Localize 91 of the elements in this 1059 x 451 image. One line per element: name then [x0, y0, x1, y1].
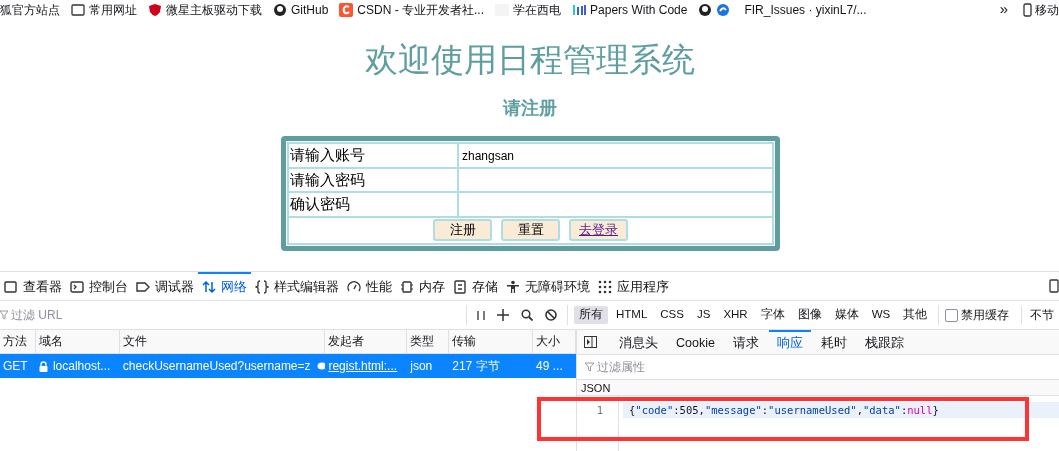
block-icon	[545, 309, 557, 321]
detail-tab[interactable]: Cookie	[668, 330, 723, 354]
form-button[interactable]: 重置	[501, 219, 560, 241]
detail-tab[interactable]: 栈跟踪	[856, 330, 912, 354]
filter-icon	[585, 362, 594, 372]
table-cell-text: 49 ...	[536, 358, 563, 375]
column-header[interactable]: 域名	[35, 330, 120, 353]
braces-icon	[255, 280, 269, 294]
request-row[interactable]: GET localhost... checkUsernameUsed?username=z regist.html:... json 217 字节 49 ...	[0, 354, 576, 378]
tag-icon	[136, 280, 150, 294]
dock-icon	[1049, 279, 1059, 293]
table-cell-text: 217 字节	[452, 358, 500, 375]
frame-icon	[4, 280, 18, 294]
page-subtitle: 请注册	[502, 97, 557, 120]
login-link[interactable]: 去登录	[569, 219, 628, 241]
devtools-tab[interactable]: 样式编辑器	[251, 272, 343, 300]
table-cell-text: checkUsernameUsed?username=z	[122, 358, 311, 375]
arrows-icon	[202, 280, 216, 294]
person-icon	[506, 280, 520, 294]
devtools-tab[interactable]: 无障碍环境	[502, 272, 594, 300]
bars-icon	[572, 2, 587, 17]
type-filter[interactable]: 其他	[898, 306, 933, 324]
field-label: 确认密码	[288, 192, 458, 217]
gauge-icon	[347, 280, 361, 294]
devtools-tab[interactable]: 网络	[198, 272, 251, 300]
bookmark-link[interactable]: CSDN - 专业开发者社...	[357, 0, 485, 19]
column-header[interactable]: 传输	[449, 330, 534, 353]
type-filter[interactable]: CSS	[655, 306, 689, 324]
type-filter[interactable]: 图像	[792, 306, 827, 324]
bookmark-link[interactable]: Papers With Code	[590, 0, 688, 19]
type-filter[interactable]: 所有	[574, 306, 608, 324]
column-header[interactable]: 文件	[119, 330, 326, 353]
throttle-menu[interactable]: 不节	[1021, 306, 1055, 324]
page-title: 欢迎使用日程管理系统	[364, 40, 695, 80]
type-filter[interactable]: 媒体	[829, 306, 864, 324]
field-label: 请输入账号	[288, 143, 458, 168]
devtools-tab[interactable]: 存储	[449, 272, 502, 300]
column-header[interactable]: 大小	[533, 330, 576, 353]
pause-icon	[477, 309, 485, 321]
devtools-tab[interactable]: 查看器	[0, 272, 66, 300]
type-filter[interactable]: XHR	[718, 306, 753, 324]
shield-icon	[148, 2, 162, 17]
overflow-chevron[interactable]: »	[999, 0, 1008, 19]
storage-icon	[453, 280, 467, 294]
type-filter[interactable]: HTML	[611, 306, 653, 324]
lock-icon	[38, 360, 48, 372]
c-icon	[339, 2, 354, 17]
type-filter[interactable]: WS	[866, 306, 896, 324]
bookmark-link[interactable]: FIR_Issues · yixinL7/...	[744, 0, 867, 19]
form-button[interactable]: 注册	[433, 219, 492, 241]
table-cell-text: localhost...	[52, 358, 111, 375]
console-icon	[70, 280, 84, 294]
column-header[interactable]: 发起者	[325, 330, 408, 353]
checkbox[interactable]	[945, 308, 959, 322]
table-cell-text: GET	[3, 358, 28, 375]
type-filter[interactable]: 字体	[755, 306, 790, 324]
bookmark-link[interactable]: 移动	[1035, 0, 1059, 19]
sidebar-toggle-icon	[584, 336, 597, 348]
detail-tab[interactable]: 消息头	[611, 330, 666, 354]
filter-field[interactable]: 过滤 URL	[11, 306, 466, 324]
devtools-tab[interactable]: 控制台	[66, 272, 132, 300]
search-icon	[521, 309, 533, 321]
detail-tab[interactable]: 请求	[724, 330, 767, 354]
column-header[interactable]: 方法	[0, 330, 36, 353]
checkbox-label: 禁用缓存	[961, 307, 1010, 324]
swirl-icon	[716, 2, 731, 17]
devtools-tab[interactable]: 应用程序	[594, 272, 673, 300]
bookmark-link[interactable]: 狐官方站点	[0, 0, 60, 19]
bookmark-link[interactable]: 微星主板驱动下载	[166, 0, 262, 19]
devtools-tab[interactable]: 内存	[396, 272, 449, 300]
detail-tab[interactable]: 响应	[768, 330, 811, 354]
field-label: 请输入密码	[288, 167, 458, 192]
phone-icon	[1023, 2, 1032, 17]
plus-icon	[497, 309, 509, 321]
detail-tab[interactable]: 耗时	[812, 330, 855, 354]
filter-field[interactable]: 过滤属性	[597, 358, 1059, 376]
devtools-tab[interactable]: 性能	[343, 272, 396, 300]
table-cell-text: json	[410, 358, 433, 375]
filter-icon	[0, 310, 8, 320]
folder-icon	[71, 2, 85, 17]
grid-icon	[598, 280, 612, 294]
devtools-tab[interactable]: 调试器	[132, 272, 198, 300]
type-filter[interactable]: JS	[691, 306, 716, 324]
line-number: 1	[595, 403, 604, 418]
table-cell-text: regist.html:...	[328, 358, 398, 375]
bookmark-link[interactable]: 学在西电	[513, 0, 562, 19]
bookmark-link[interactable]: 常用网址	[89, 0, 137, 19]
column-header[interactable]: 类型	[407, 330, 450, 353]
chip-icon	[400, 280, 414, 294]
bookmark-link[interactable]: GitHub	[291, 0, 329, 19]
section-label: JSON	[577, 380, 1059, 396]
